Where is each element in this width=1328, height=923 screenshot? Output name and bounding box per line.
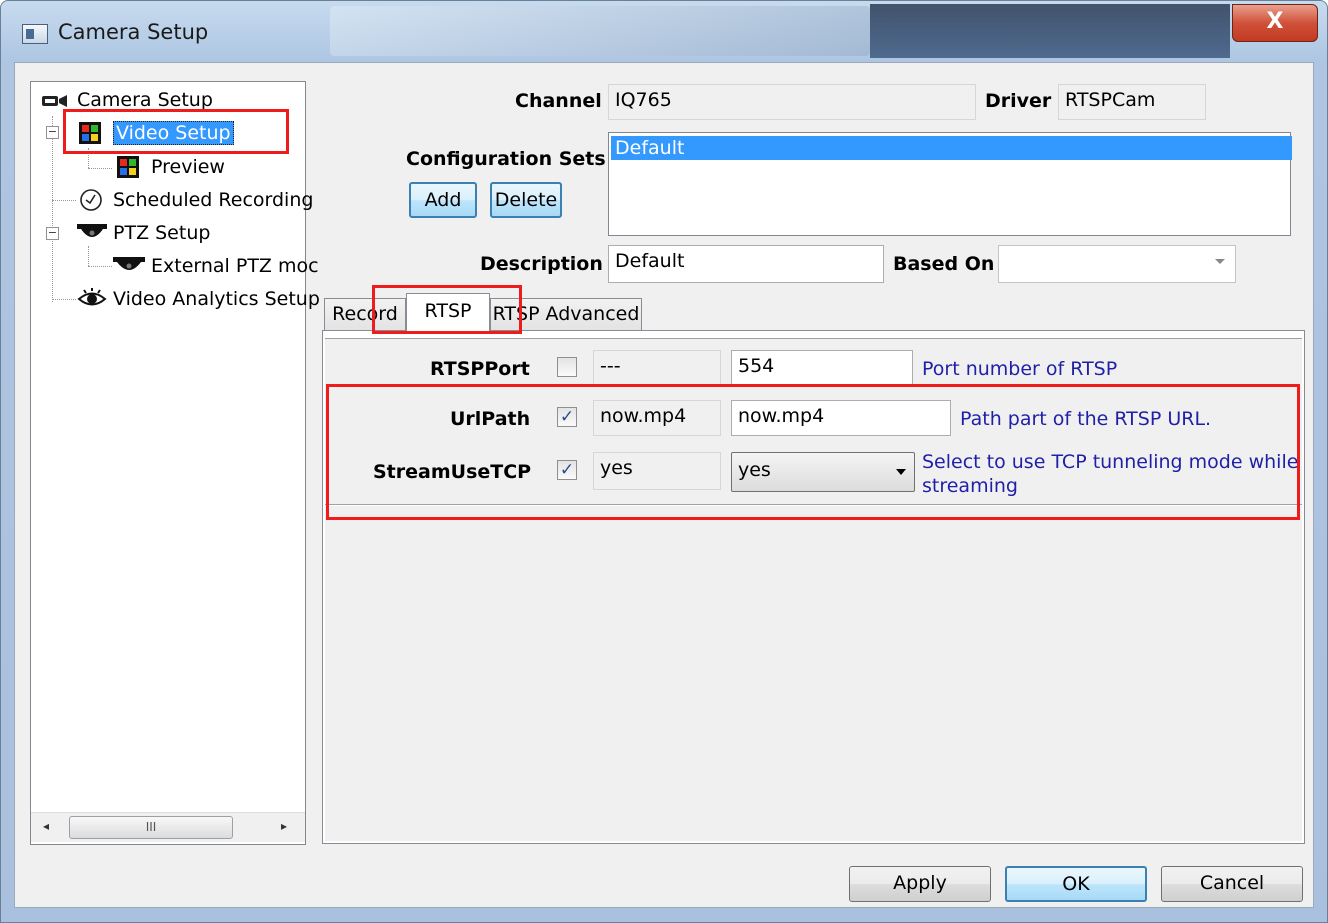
rtspport-input[interactable]: 554 [731, 350, 913, 386]
eye-icon [77, 288, 107, 315]
chevron-down-icon [1215, 259, 1225, 264]
tree-line [52, 116, 53, 302]
cancel-button[interactable]: Cancel [1161, 866, 1303, 902]
window-title: Camera Setup [58, 20, 209, 44]
title-bar[interactable]: Camera Setup X [0, 0, 1328, 62]
tree-item-preview[interactable]: Preview [151, 154, 225, 180]
apply-button[interactable]: Apply [849, 866, 991, 902]
tree-item-ptz-setup[interactable]: PTZ Setup [113, 220, 210, 246]
background-window [870, 4, 1230, 58]
video-grid-icon [117, 156, 139, 183]
tree-line [52, 200, 76, 201]
tree-line [88, 266, 112, 267]
rtspport-hint: Port number of RTSP [922, 358, 1118, 380]
background-blur [330, 6, 870, 56]
list-item[interactable]: Default [611, 136, 1292, 160]
setup-tree[interactable]: Camera Setup − Video Setup Preview Sched… [30, 81, 320, 845]
delete-button[interactable]: Delete [490, 182, 562, 218]
tree-item-external-ptz[interactable]: External PTZ moc [151, 253, 319, 279]
annotation-highlight-video-setup [63, 109, 289, 154]
tree-horizontal-scrollbar[interactable]: ◂ III ▸ [31, 812, 305, 842]
tree-item-video-analytics[interactable]: Video Analytics Setup [113, 286, 320, 312]
based-on-label: Based On [893, 253, 995, 275]
driver-field: RTSPCam [1058, 84, 1206, 120]
tree-line [88, 246, 89, 266]
collapse-toggle[interactable]: − [46, 126, 59, 139]
close-button[interactable]: X [1232, 4, 1318, 42]
configuration-sets-label: Configuration Sets [406, 148, 606, 170]
tree-line [88, 168, 112, 169]
add-button[interactable]: Add [409, 182, 477, 218]
collapse-toggle[interactable]: − [46, 227, 59, 240]
description-label: Description [480, 253, 603, 275]
app-icon [22, 24, 48, 44]
dome-camera-icon [113, 256, 145, 281]
configuration-sets-list[interactable]: Default [608, 132, 1292, 236]
dome-camera-icon [77, 223, 107, 248]
tree-item-scheduled-recording[interactable]: Scheduled Recording [113, 187, 313, 213]
description-field[interactable]: Default [608, 245, 884, 283]
rtspport-label: RTSPPort [430, 358, 530, 380]
scroll-thumb[interactable]: III [69, 816, 233, 839]
clock-icon [79, 188, 103, 217]
tree-line [52, 299, 76, 300]
annotation-highlight-rtsp-fields [326, 384, 1300, 520]
channel-field: IQ765 [608, 84, 976, 120]
scroll-left-icon[interactable]: ◂ [43, 819, 49, 833]
scroll-right-icon[interactable]: ▸ [281, 819, 287, 833]
rtspport-checkbox[interactable] [557, 357, 577, 377]
channel-label: Channel [515, 90, 602, 112]
ok-button[interactable]: OK [1005, 866, 1147, 902]
based-on-dropdown[interactable] [998, 245, 1236, 283]
rtspport-current-value: --- [593, 350, 721, 386]
annotation-highlight-rtsp-tab [372, 285, 522, 334]
driver-label: Driver [985, 90, 1052, 112]
